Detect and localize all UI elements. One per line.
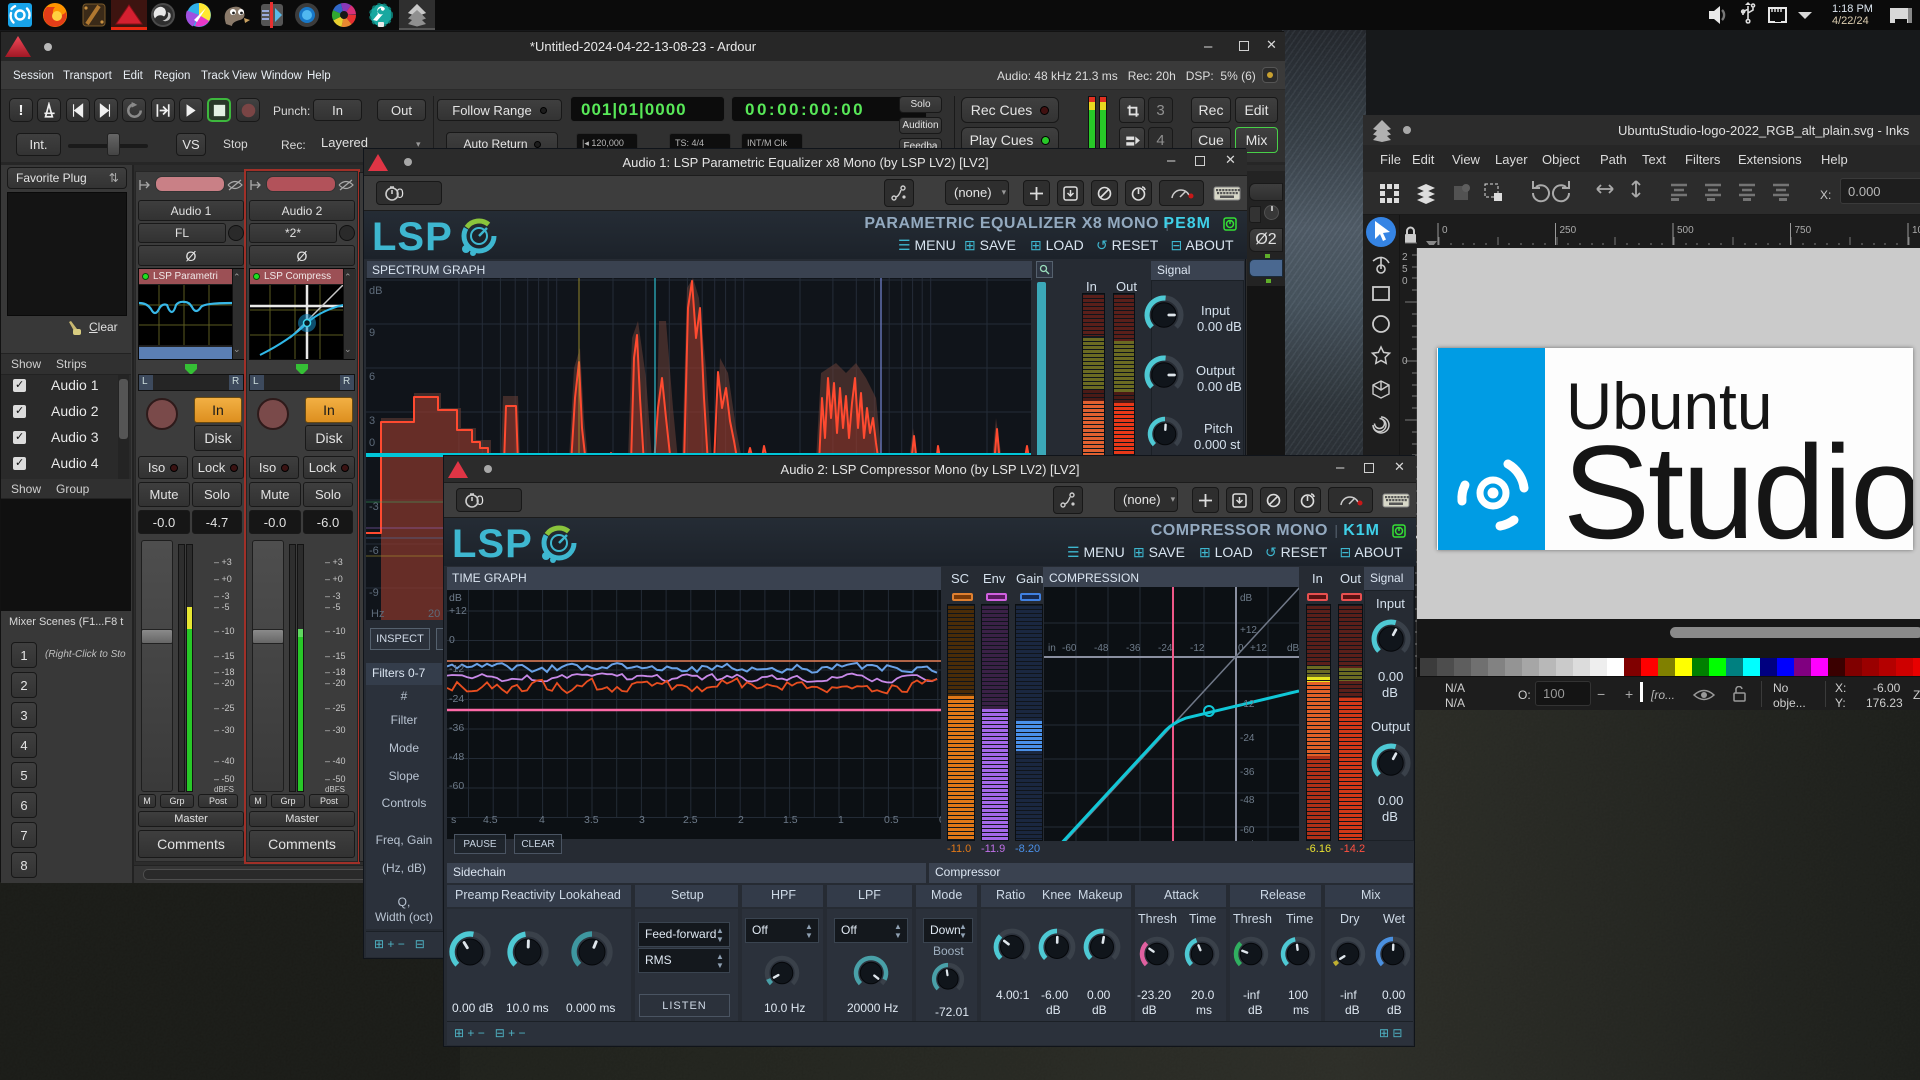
svg-text:500: 500 xyxy=(1677,225,1694,236)
svg-text:out: out xyxy=(1240,839,1254,841)
svg-text:0: 0 xyxy=(939,814,941,826)
svg-text:-48: -48 xyxy=(1094,643,1109,654)
svg-text:750: 750 xyxy=(1795,225,1812,236)
svg-text:3.5: 3.5 xyxy=(584,814,599,826)
svg-text:+12: +12 xyxy=(449,605,467,617)
svg-text:0: 0 xyxy=(449,634,455,646)
svg-text:-24: -24 xyxy=(1158,643,1173,654)
svg-text:dB: dB xyxy=(1240,593,1253,604)
svg-text:-24: -24 xyxy=(449,693,464,705)
svg-text:dB: dB xyxy=(449,592,462,604)
svg-text:0: 0 xyxy=(1402,276,1408,287)
svg-text:9: 9 xyxy=(369,327,375,339)
svg-text:-36: -36 xyxy=(1240,767,1255,778)
svg-text:0.5: 0.5 xyxy=(884,814,899,826)
svg-text:-36: -36 xyxy=(449,722,464,734)
svg-text:s: s xyxy=(451,814,456,826)
svg-text:0: 0 xyxy=(1238,643,1244,654)
svg-text:0: 0 xyxy=(1442,225,1448,236)
svg-text:250: 250 xyxy=(1560,225,1577,236)
svg-text:+12: +12 xyxy=(1240,625,1257,636)
svg-text:4.5: 4.5 xyxy=(483,814,498,826)
svg-text:4: 4 xyxy=(539,814,545,826)
svg-text:-60: -60 xyxy=(1240,825,1255,836)
svg-text:Hz: Hz xyxy=(371,608,384,620)
svg-text:3: 3 xyxy=(639,814,645,826)
svg-text:-48: -48 xyxy=(449,751,464,763)
svg-text:-3: -3 xyxy=(369,501,379,513)
svg-text:in: in xyxy=(1048,643,1056,654)
svg-text:-9: -9 xyxy=(369,587,379,599)
svg-text:3: 3 xyxy=(369,415,375,427)
svg-text:-60: -60 xyxy=(1062,643,1077,654)
svg-text:-12: -12 xyxy=(449,663,464,675)
svg-text:2: 2 xyxy=(1402,252,1408,263)
svg-text:1: 1 xyxy=(838,814,844,826)
svg-text:5: 5 xyxy=(1402,264,1408,275)
svg-text:-24: -24 xyxy=(1240,733,1255,744)
svg-text:-60: -60 xyxy=(449,780,464,792)
svg-text:2.5: 2.5 xyxy=(683,814,698,826)
svg-text:-12: -12 xyxy=(1190,643,1205,654)
svg-text:-6: -6 xyxy=(369,545,379,557)
svg-text:20: 20 xyxy=(428,608,440,620)
svg-text:0: 0 xyxy=(369,437,375,449)
svg-text:+12: +12 xyxy=(1250,643,1267,654)
svg-text:6: 6 xyxy=(369,371,375,383)
svg-text:-48: -48 xyxy=(1240,795,1255,806)
svg-text:1.5: 1.5 xyxy=(783,814,798,826)
svg-text:0: 0 xyxy=(1402,356,1408,367)
svg-text:2: 2 xyxy=(738,814,744,826)
svg-text:dB: dB xyxy=(369,285,382,297)
svg-text:10: 10 xyxy=(1912,225,1920,236)
svg-text:dB: dB xyxy=(1287,643,1299,654)
svg-text:-36: -36 xyxy=(1126,643,1141,654)
svg-text:-12: -12 xyxy=(1240,699,1255,710)
